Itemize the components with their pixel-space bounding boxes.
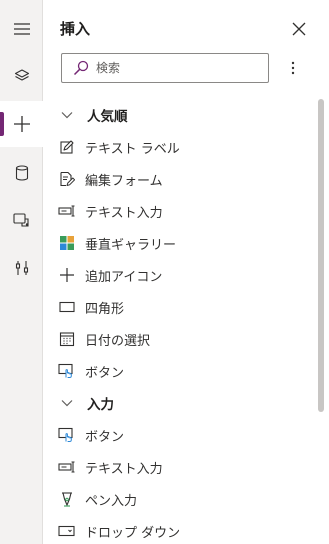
panel-title: 挿入 [60, 20, 91, 38]
list-item-label: ドロップ ダウン [85, 525, 181, 541]
media-button[interactable] [0, 197, 43, 243]
list-item-label: 四角形 [85, 301, 125, 317]
active-indicator [0, 112, 4, 136]
list-item-label: 垂直ギャラリー [85, 237, 177, 253]
search-icon [73, 60, 89, 76]
list-item-label: ボタン [85, 365, 125, 381]
close-icon [292, 22, 306, 36]
list-item-button[interactable]: ボタン [44, 355, 316, 387]
scroll-thumb[interactable] [318, 99, 324, 412]
rectangle-icon [58, 298, 76, 316]
left-rail [0, 0, 43, 544]
section-header-input[interactable]: 入力 [44, 387, 316, 419]
list-scrollbar[interactable] [316, 99, 326, 544]
list-item-label: テキスト入力 [85, 461, 163, 477]
list-item-date-picker[interactable]: 日付の選択 [44, 323, 316, 355]
list-item-edit-form[interactable]: 編集フォーム [44, 163, 316, 195]
list-item-label: テキスト入力 [85, 205, 163, 221]
list-item-dropdown[interactable]: ドロップ ダウン [44, 515, 316, 544]
layers-icon [14, 69, 29, 81]
list-item-label: 日付の選択 [85, 333, 151, 349]
control-list: 人気順 テキスト ラベル 編集フォーム テキスト入力 垂直ギャラリー 追加アイコ… [44, 99, 316, 544]
section-label: 入力 [87, 397, 114, 413]
text-input-icon [58, 202, 76, 220]
dropdown-icon [58, 522, 76, 540]
more-vertical-icon [291, 61, 295, 75]
database-icon [15, 165, 28, 181]
list-item-rectangle[interactable]: 四角形 [44, 291, 316, 323]
chevron-down-icon [61, 110, 73, 120]
button-icon [58, 362, 76, 380]
search-box[interactable] [61, 53, 269, 83]
close-button[interactable] [289, 19, 309, 39]
gallery-icon [58, 234, 76, 252]
list-item-label: 編集フォーム [85, 173, 163, 189]
list-item-pen-input[interactable]: ペン入力 [44, 483, 316, 515]
list-item-label: ボタン [85, 429, 125, 445]
list-item-button[interactable]: ボタン [44, 419, 316, 451]
list-item-label: ペン入力 [85, 493, 138, 509]
insert-button[interactable] [0, 101, 43, 147]
plus-icon [13, 116, 30, 132]
button-icon [58, 426, 76, 444]
section-header-popular[interactable]: 人気順 [44, 99, 316, 131]
tree-view-button[interactable] [0, 53, 43, 99]
list-item-text-input[interactable]: テキスト入力 [44, 451, 316, 483]
add-icon [58, 266, 76, 284]
list-item-vertical-gallery[interactable]: 垂直ギャラリー [44, 227, 316, 259]
more-options-button[interactable] [284, 58, 302, 78]
tools-icon [15, 261, 28, 275]
advanced-tools-button[interactable] [0, 245, 43, 291]
list-item-text-input[interactable]: テキスト入力 [44, 195, 316, 227]
list-item-add-icon[interactable]: 追加アイコン [44, 259, 316, 291]
calendar-icon [58, 330, 76, 348]
insert-panel: 挿入 人気順 テキスト ラベル 編集フォーム [44, 0, 329, 544]
section-label: 人気順 [87, 109, 128, 125]
list-item-text-label[interactable]: テキスト ラベル [44, 131, 316, 163]
edit-label-icon [58, 138, 76, 156]
list-item-label: 追加アイコン [85, 269, 163, 285]
hamburger-icon [13, 23, 30, 35]
pen-icon [58, 490, 76, 508]
edit-form-icon [58, 170, 76, 188]
chevron-down-icon [61, 398, 73, 408]
hamburger-menu-button[interactable] [0, 6, 43, 52]
list-item-label: テキスト ラベル [85, 141, 180, 157]
search-input[interactable] [96, 61, 256, 75]
media-icon [12, 213, 29, 227]
data-button[interactable] [0, 150, 43, 196]
text-input-icon [58, 458, 76, 476]
